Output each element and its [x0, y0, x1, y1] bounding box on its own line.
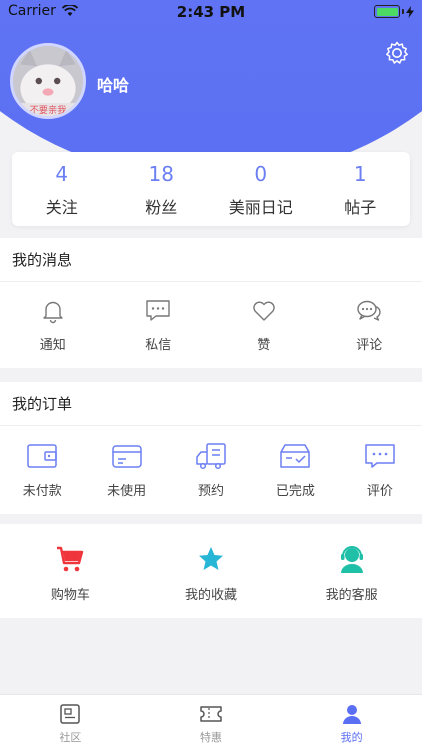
orders-item-label: 预约 — [198, 484, 225, 499]
orders-item-label: 评价 — [366, 484, 393, 499]
tab-mine[interactable]: 我的 — [281, 695, 422, 750]
messages-item-comments[interactable]: 评论 — [317, 298, 422, 353]
stat-fans[interactable]: 18 粉丝 — [112, 152, 212, 226]
tab-bar: 社区 特惠 我的 — [0, 694, 422, 750]
ticket-icon — [200, 706, 222, 722]
completed-box-icon — [280, 444, 311, 468]
stats-card: 4 关注 18 粉丝 0 美丽日记 1 帖子 — [12, 152, 410, 226]
card-icon — [111, 445, 142, 468]
comment-icon — [357, 300, 381, 321]
customer-service-button[interactable]: 我的客服 — [281, 544, 422, 603]
heart-icon — [253, 301, 275, 321]
orders-item-label: 未付款 — [22, 484, 62, 499]
orders-item-label: 未使用 — [107, 484, 147, 499]
star-icon — [199, 547, 223, 570]
tab-community[interactable]: 社区 — [0, 695, 141, 750]
messages-item-notification[interactable]: 通知 — [0, 298, 106, 353]
stat-diary[interactable]: 0 美丽日记 — [211, 152, 311, 226]
avatar-image: 不要亲我 — [13, 46, 83, 116]
stat-posts[interactable]: 1 帖子 — [311, 152, 411, 226]
orders-item-label: 已完成 — [275, 484, 315, 499]
orders-item-unpaid[interactable]: 未付款 — [0, 442, 84, 499]
stat-value: 4 — [55, 162, 69, 186]
user-icon — [342, 705, 361, 724]
orders-item-unused[interactable]: 未使用 — [84, 442, 168, 499]
review-icon — [365, 444, 395, 468]
customer-service-icon — [340, 546, 363, 573]
stat-label: 美丽日记 — [228, 198, 293, 217]
delivery-truck-icon — [196, 443, 226, 470]
stat-following[interactable]: 4 关注 — [12, 152, 112, 226]
orders-item-review[interactable]: 评价 — [338, 442, 422, 499]
stat-label: 帖子 — [344, 198, 377, 217]
avatar-caption: 不要亲我 — [30, 104, 67, 116]
messages-item-label: 通知 — [39, 338, 66, 353]
messages-item-label: 私信 — [145, 338, 172, 353]
favorites-button[interactable]: 我的收藏 — [141, 544, 282, 603]
stat-label: 关注 — [45, 198, 78, 217]
status-bar: Carrier 2:43 PM — [0, 0, 422, 24]
stat-value: 1 — [353, 162, 367, 186]
shopping-cart-label: 购物车 — [50, 588, 90, 603]
messages-section: 我的消息 通知 私信 赞 评论 — [0, 238, 422, 368]
messages-title: 我的消息 — [0, 238, 422, 282]
shopping-cart-icon — [57, 546, 84, 572]
messages-item-likes[interactable]: 赞 — [211, 298, 317, 353]
tab-label: 社区 — [59, 731, 82, 744]
messages-item-private[interactable]: 私信 — [106, 298, 212, 353]
message-icon — [146, 300, 170, 321]
orders-item-appointment[interactable]: 预约 — [169, 442, 253, 499]
stat-value: 0 — [254, 162, 268, 186]
bell-icon — [43, 301, 63, 324]
orders-section: 我的订单 未付款 未使用 预约 已完成 评价 — [0, 382, 422, 514]
settings-gear-icon[interactable] — [384, 40, 410, 66]
customer-service-label: 我的客服 — [325, 588, 378, 603]
shopping-cart-button[interactable]: 购物车 — [0, 544, 141, 603]
tab-label: 我的 — [340, 731, 363, 744]
wallet-icon — [27, 444, 57, 468]
services-section: 购物车 我的收藏 我的客服 — [0, 524, 422, 618]
orders-title: 我的订单 — [0, 382, 422, 426]
charging-icon — [406, 5, 414, 18]
tab-deals[interactable]: 特惠 — [141, 695, 282, 750]
tab-label: 特惠 — [200, 731, 222, 744]
messages-item-label: 赞 — [257, 338, 271, 353]
orders-item-completed[interactable]: 已完成 — [253, 442, 337, 499]
username[interactable]: 哈哈 — [97, 72, 129, 96]
favorites-label: 我的收藏 — [185, 588, 238, 603]
stat-label: 粉丝 — [145, 198, 178, 217]
battery-icon — [374, 5, 414, 18]
avatar[interactable]: 不要亲我 — [10, 43, 86, 119]
stat-value: 18 — [148, 162, 174, 186]
status-time: 2:43 PM — [176, 3, 246, 21]
community-icon — [60, 704, 81, 724]
messages-item-label: 评论 — [356, 338, 383, 353]
